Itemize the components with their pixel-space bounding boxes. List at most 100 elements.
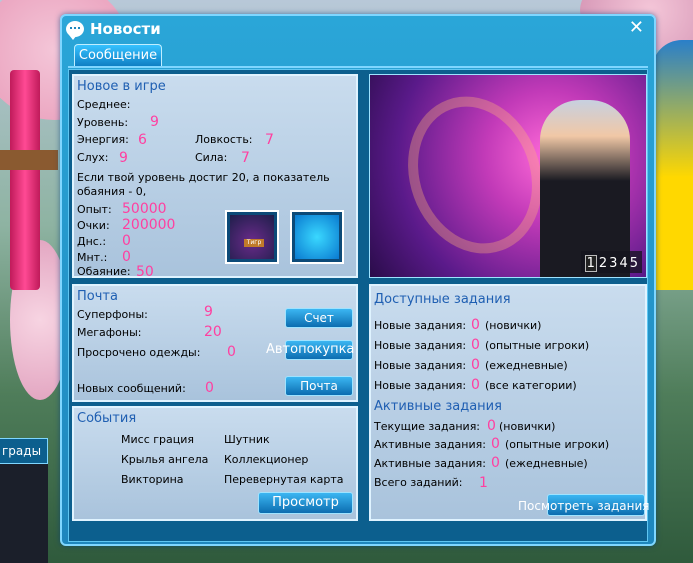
points-label: Очки: — [77, 219, 110, 232]
available-task-label: Новые задания: — [374, 319, 467, 332]
description-line-2: обаяния - 0, — [77, 185, 147, 198]
active-task-label: Активные задания: — [374, 457, 486, 470]
side-tab-label: грады — [2, 444, 42, 458]
exp-value: 50000 — [122, 201, 167, 217]
events-title: События — [77, 411, 137, 426]
available-task-category: (новички) — [485, 319, 542, 332]
level-value: 9 — [150, 114, 159, 130]
megaphones-label: Мегафоны: — [77, 326, 142, 339]
close-button[interactable]: ✕ — [629, 17, 644, 38]
total-tasks-label: Всего заданий: — [374, 476, 463, 489]
superphones-value: 9 — [204, 304, 213, 320]
active-task-value: 0 — [491, 436, 500, 452]
hearing-label: Слух: — [77, 151, 109, 164]
tiger-item-icon: Тигр — [230, 215, 274, 259]
available-task-category: (опытные игроки) — [485, 339, 590, 352]
active-task-value: 0 — [487, 418, 496, 434]
autobuy-button[interactable]: Автопокупка — [266, 340, 354, 360]
middle-label: Среднее: — [77, 98, 131, 111]
account-button[interactable]: Счет — [285, 308, 353, 328]
chat-bubble-icon — [66, 21, 84, 40]
event-item[interactable]: Мисс грация — [121, 433, 194, 446]
pink-pillar — [10, 70, 40, 290]
points-value: 200000 — [122, 217, 176, 233]
bench — [0, 150, 58, 170]
new-messages-label: Новых сообщений: — [77, 382, 186, 395]
available-task-value: 0 — [471, 377, 480, 393]
promo-page-4[interactable]: 4 — [619, 256, 627, 271]
view-tasks-button[interactable]: Посмотреть задания — [518, 494, 649, 516]
strength-label: Сила: — [195, 151, 228, 164]
promo-page-2[interactable]: 2 — [599, 256, 607, 271]
events-panel: События Мисс грация Шутник Крылья ангела… — [72, 406, 358, 521]
available-task-category: (ежедневные) — [485, 359, 568, 372]
event-item[interactable]: Шутник — [224, 433, 270, 446]
promo-page-5[interactable]: 5 — [630, 256, 638, 271]
title-bar[interactable]: Новости ✕ — [62, 16, 654, 44]
agility-label: Ловкость: — [195, 133, 253, 146]
active-task-label: Активные задания: — [374, 438, 486, 451]
content-area: Новое в игре Среднее: Уровень: 9 Энергия… — [68, 69, 649, 542]
view-tasks-button-label: Посмотреть задания — [518, 499, 650, 513]
side-tab[interactable]: грады — [0, 438, 48, 464]
available-task-value: 0 — [471, 317, 480, 333]
active-task-category: (опытные игроки) — [505, 438, 610, 451]
exp-label: Опыт: — [77, 203, 112, 216]
energy-value: 6 — [138, 132, 147, 148]
promo-swirl — [386, 77, 564, 273]
mail-button[interactable]: Почта — [285, 376, 353, 396]
mail-panel: Почта Суперфоны: 9 Мегафоны: 20 Просроче… — [72, 284, 358, 402]
expired-clothes-label: Просрочено одежды: — [77, 346, 201, 359]
active-task-label: Текущие задания: — [374, 420, 481, 433]
event-item[interactable]: Крылья ангела — [121, 453, 208, 466]
reward-item-slot[interactable] — [290, 210, 344, 264]
reward-item-slot[interactable]: Тигр — [225, 210, 279, 264]
promo-page-1[interactable]: 1 — [584, 255, 597, 272]
strength-value: 7 — [241, 150, 250, 166]
available-tasks-title: Доступные задания — [374, 292, 511, 307]
available-task-label: Новые задания: — [374, 379, 467, 392]
charm-value: 50 — [136, 264, 154, 280]
available-task-category: (все категории) — [485, 379, 577, 392]
level-label: Уровень: — [77, 116, 129, 129]
mnt-label: Мнт.: — [77, 251, 108, 264]
view-events-button[interactable]: Просмотр — [258, 492, 353, 514]
game-news-panel: Новое в игре Среднее: Уровень: 9 Энергия… — [72, 74, 358, 280]
total-tasks-value: 1 — [479, 475, 488, 491]
active-task-category: (ежедневные) — [505, 457, 588, 470]
tasks-panel: Доступные задания Новые задания: 0 (нови… — [369, 284, 649, 521]
tab-message[interactable]: Сообщение — [74, 44, 162, 66]
umbrella — [652, 40, 693, 290]
available-task-value: 0 — [471, 337, 480, 353]
active-tasks-title: Активные задания — [374, 399, 502, 414]
agility-value: 7 — [265, 132, 274, 148]
charm-label: Обаяние: — [77, 265, 131, 278]
dns-label: Днс.: — [77, 235, 107, 248]
event-item[interactable]: Коллекционер — [224, 453, 308, 466]
promo-banner[interactable]: 12345 — [369, 74, 647, 278]
description-line-1: Если твой уровень достиг 20, а показател… — [77, 171, 330, 184]
mail-title: Почта — [77, 289, 118, 304]
event-item[interactable]: Перевернутая карта — [224, 473, 344, 486]
promo-pager: 12345 — [580, 251, 642, 273]
blue-orb-icon — [295, 215, 339, 259]
new-messages-value: 0 — [205, 380, 214, 396]
dark-panel — [0, 455, 48, 563]
energy-label: Энергия: — [77, 133, 129, 146]
active-task-value: 0 — [491, 455, 500, 471]
window-title: Новости — [90, 20, 161, 38]
tab-divider — [68, 66, 648, 68]
available-task-label: Новые задания: — [374, 359, 467, 372]
hearing-value: 9 — [119, 150, 128, 166]
active-task-category: (новички) — [499, 420, 556, 433]
megaphones-value: 20 — [204, 324, 222, 340]
game-news-title: Новое в игре — [77, 79, 166, 94]
mnt-value: 0 — [122, 249, 131, 265]
autobuy-button-label: Автопокупка — [266, 342, 355, 357]
superphones-label: Суперфоны: — [77, 308, 148, 321]
news-window: Новости ✕ Сообщение Новое в игре Среднее… — [60, 14, 656, 546]
promo-page-3[interactable]: 3 — [609, 256, 617, 271]
event-item[interactable]: Викторина — [121, 473, 184, 486]
dns-value: 0 — [122, 233, 131, 249]
available-task-label: Новые задания: — [374, 339, 467, 352]
